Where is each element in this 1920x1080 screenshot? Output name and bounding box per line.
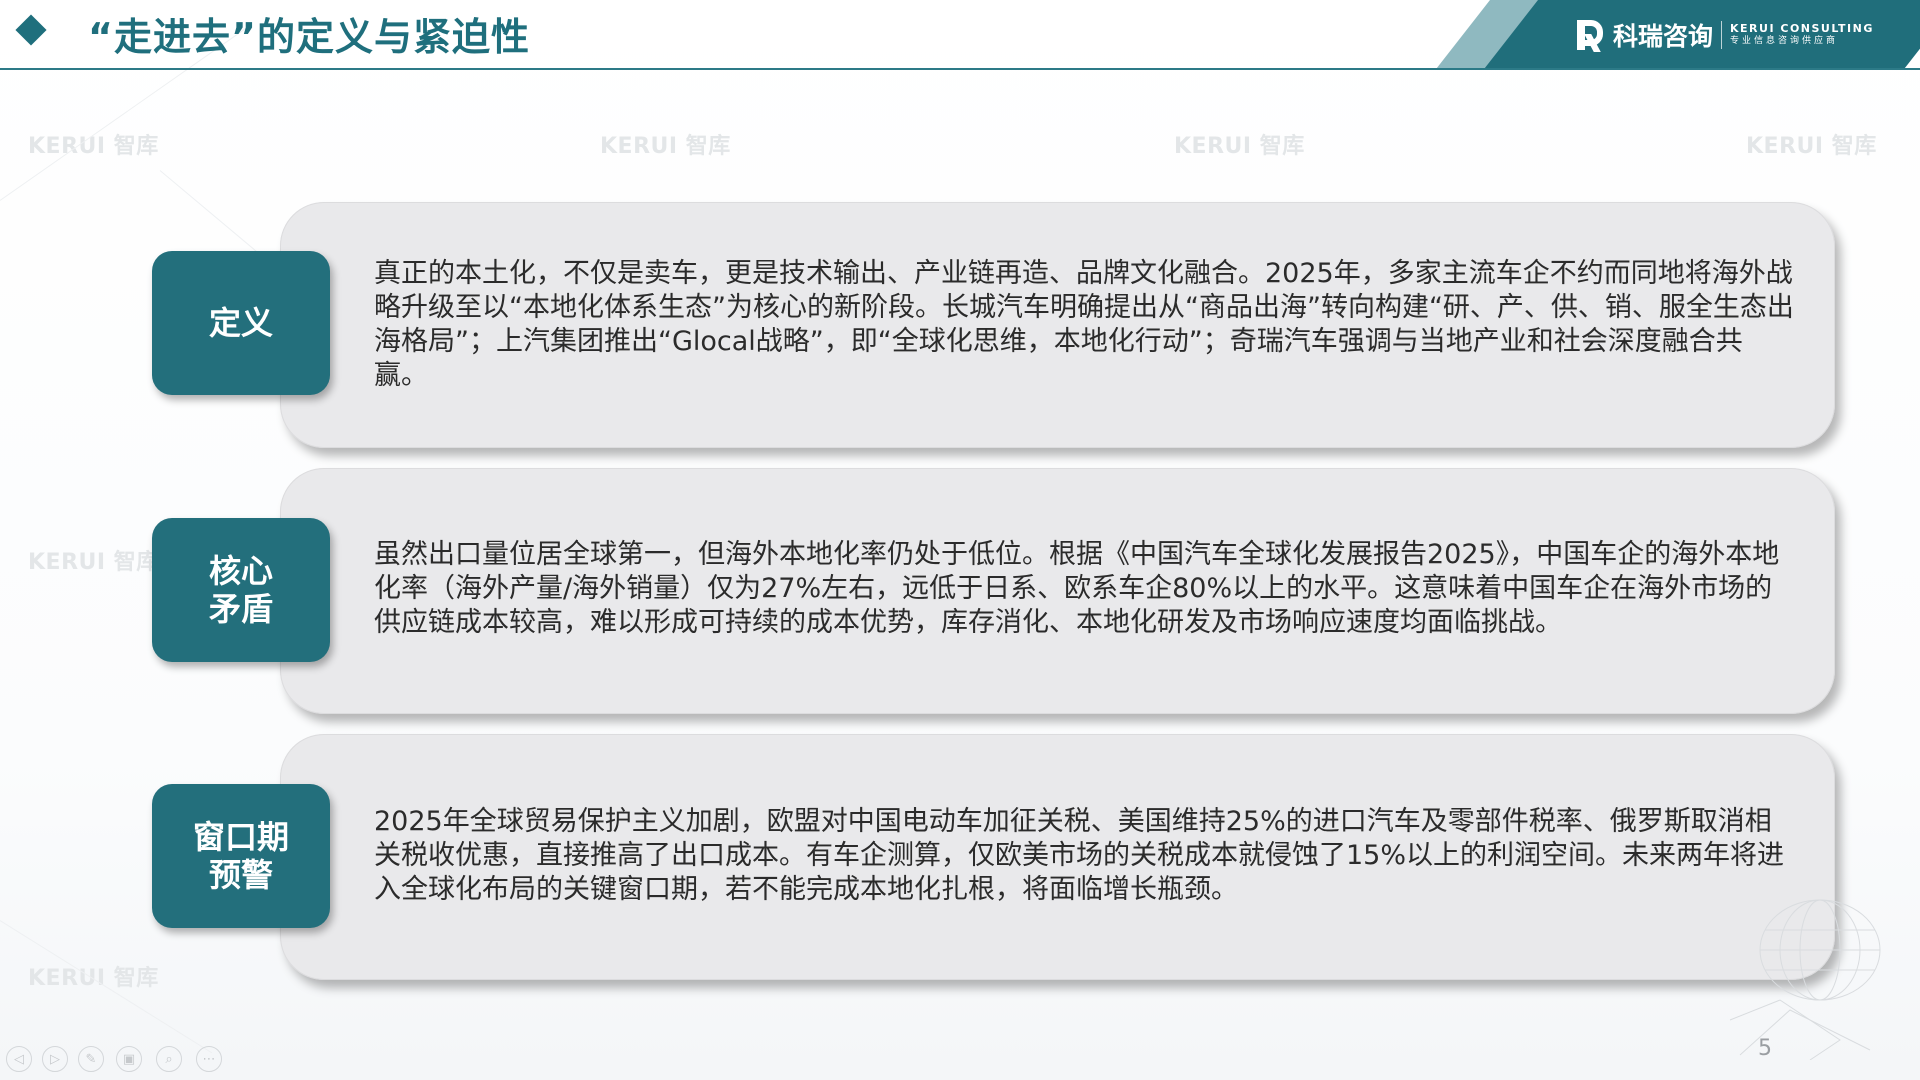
slides-icon: ▣ [122, 1051, 136, 1067]
brand-name-en: KERUI CONSULTING 专业信息咨询供应商 [1730, 23, 1874, 47]
slide-title: “走进去”的定义与紧迫性 [88, 15, 530, 59]
tag-definition: 定义 [152, 251, 330, 395]
next-icon: ▷ [50, 1051, 60, 1067]
pen-icon: ✎ [85, 1051, 97, 1067]
watermark: KERUI 智库 [1746, 134, 1877, 159]
title-bullet-icon [15, 14, 47, 46]
brand-logo-area: 科瑞咨询 KERUI CONSULTING 专业信息咨询供应商 [1575, 12, 1915, 58]
tag-core-conflict: 核心 矛盾 [152, 518, 330, 662]
wireframe-globe-icon [1729, 899, 1881, 1060]
card-text-definition: 真正的本土化，不仅是卖车，更是技术输出、产业链再造、品牌文化融合。2025年，多… [374, 258, 1794, 391]
slide: KERUI 智库 KERUI 智库 KERUI 智库 KERUI 智库 KERU… [0, 0, 1920, 1080]
header-divider [0, 68, 1920, 70]
watermark: KERUI 智库 [28, 550, 159, 575]
tag-window-warning: 窗口期 预警 [152, 784, 330, 928]
card-text-window-warning: 2025年全球贸易保护主义加剧，欧盟对中国电动车加征关税、美国维持25%的进口汽… [374, 806, 1785, 905]
more-options-button[interactable]: ⋯ [196, 1046, 222, 1072]
next-slide-button[interactable]: ▷ [42, 1046, 68, 1072]
watermark: KERUI 智库 [600, 134, 731, 159]
brand-en-line1: KERUI CONSULTING [1730, 22, 1874, 35]
slide-sorter-button[interactable]: ▣ [116, 1046, 142, 1072]
zoom-icon: ⌕ [165, 1051, 173, 1067]
brand-en-line2: 专业信息咨询供应商 [1730, 36, 1839, 46]
card-text-core-conflict: 虽然出口量位居全球第一，但海外本地化率仍处于低位。根据《中国汽车全球化发展报告2… [374, 539, 1780, 638]
zoom-button[interactable]: ⌕ [156, 1046, 182, 1072]
previous-slide-button[interactable]: ◁ [6, 1046, 32, 1072]
pen-tool-button[interactable]: ✎ [78, 1046, 104, 1072]
watermark: KERUI 智库 [1174, 134, 1305, 159]
more-icon: ⋯ [202, 1051, 216, 1067]
slide-header: “走进去”的定义与紧迫性 科瑞咨询 KERUI CONSULTING 专业信息咨… [0, 0, 1920, 70]
brand-divider [1721, 21, 1723, 49]
brand-name-cn: 科瑞咨询 [1613, 22, 1714, 51]
page-number: 5 [1758, 1036, 1772, 1061]
brand-logo-icon [1575, 18, 1605, 52]
watermark: KERUI 智库 [28, 960, 159, 992]
watermark: KERUI 智库 [28, 134, 159, 159]
previous-icon: ◁ [14, 1051, 24, 1067]
